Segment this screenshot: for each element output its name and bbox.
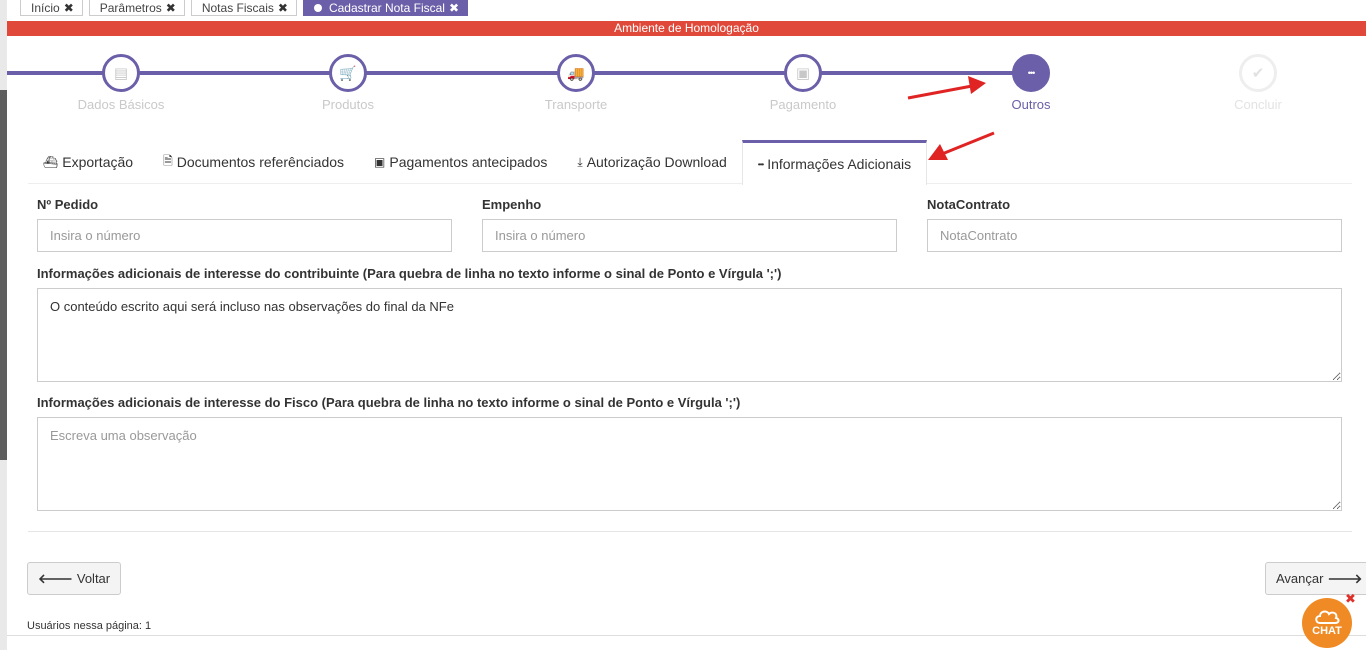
step-transporte[interactable]: 🚚 Transporte <box>516 54 636 112</box>
step-label: Pagamento <box>769 97 837 112</box>
step-dados-basicos[interactable]: ▤ Dados Básicos <box>61 54 181 112</box>
top-tab-label: Início <box>31 0 60 15</box>
empenho-input[interactable] <box>482 219 897 252</box>
top-tab-label: Cadastrar Nota Fiscal <box>328 0 445 15</box>
inner-tab-bar: ⛴ Exportação 🗎 Documentos referênciados … <box>28 140 1352 185</box>
back-button[interactable]: 🡐 Voltar <box>27 562 122 595</box>
close-icon[interactable]: ✖ <box>1345 591 1356 607</box>
money-icon: ▣ <box>784 54 822 92</box>
tab-informacoes-adicionais[interactable]: ••• Informações Adicionais <box>741 140 928 185</box>
download-icon: ⤓ <box>577 154 583 169</box>
top-tab-bar: Início ✖ Parâmetros ✖ Notas Fiscais ✖ Ca… <box>20 0 469 16</box>
environment-banner: Ambiente de Homologação <box>7 21 1366 36</box>
check-icon: ✔ <box>1239 54 1277 92</box>
step-concluir[interactable]: ✔ Concluir <box>1198 54 1318 112</box>
footer-divider <box>7 635 1366 636</box>
fisco-textarea[interactable] <box>37 417 1342 511</box>
left-edge-light-bottom <box>0 460 7 650</box>
top-tab-label: Parâmetros <box>99 0 162 15</box>
ellipsis-icon: ••• <box>1012 54 1050 92</box>
pedido-input[interactable] <box>37 219 452 252</box>
close-icon[interactable]: ✖ <box>166 1 176 15</box>
top-tab-inicio[interactable]: Início ✖ <box>20 0 83 16</box>
form-divider <box>28 531 1352 532</box>
active-dot-icon <box>313 3 322 12</box>
step-produtos[interactable]: 🛒 Produtos <box>288 54 408 112</box>
tab-autorizacao-download[interactable]: ⤓ Autorização Download <box>562 140 741 184</box>
tab-label: Autorização Download <box>586 154 727 170</box>
contrato-label: NotaContrato <box>927 197 1011 212</box>
tab-label: Exportação <box>62 154 134 170</box>
fisco-label: Informações adicionais de interesse do F… <box>37 395 741 410</box>
annotation-arrow-icon <box>907 76 986 100</box>
close-icon[interactable]: ✖ <box>449 1 459 15</box>
ship-icon: ⛴ <box>43 155 59 169</box>
tab-label: Pagamentos antecipados <box>389 154 548 170</box>
close-icon[interactable]: ✖ <box>278 1 288 15</box>
empenho-label: Empenho <box>482 197 542 212</box>
tab-exportacao[interactable]: ⛴ Exportação <box>28 140 148 184</box>
left-edge-light-top <box>0 0 7 90</box>
contribuinte-label: Informações adicionais de interesse do c… <box>37 266 782 281</box>
pedido-label: Nº Pedido <box>37 197 99 212</box>
step-pagamento[interactable]: ▣ Pagamento <box>743 54 863 112</box>
cloud-icon <box>1315 610 1340 624</box>
back-button-label: Voltar <box>76 571 111 586</box>
document-icon: 🗎 <box>163 153 173 168</box>
tab-label: Documentos referênciados <box>176 154 345 170</box>
top-tab-notas-fiscais[interactable]: Notas Fiscais ✖ <box>190 0 297 16</box>
contrato-input[interactable] <box>927 219 1342 252</box>
tab-documentos-referenciados[interactable]: 🗎 Documentos referênciados <box>148 140 359 184</box>
arrow-left-icon: 🡐 <box>38 570 73 586</box>
left-edge-strip <box>0 0 7 650</box>
tab-pagamentos-antecipados[interactable]: ▣ Pagamentos antecipados <box>359 140 562 184</box>
contribuinte-textarea[interactable]: O conteúdo escrito aqui será incluso nas… <box>37 288 1342 382</box>
chat-label: CHAT <box>1312 625 1342 637</box>
step-label: Transporte <box>544 97 608 112</box>
next-button-label: Avançar <box>1276 571 1324 586</box>
top-tab-label: Notas Fiscais <box>201 0 274 15</box>
tab-label: Informações Adicionais <box>767 156 912 172</box>
list-icon: ▤ <box>102 54 140 92</box>
cart-icon: 🛒 <box>329 54 367 92</box>
arrow-right-icon: 🡒 <box>1327 570 1363 586</box>
money-icon: ▣ <box>374 155 386 169</box>
close-icon[interactable]: ✖ <box>64 1 74 15</box>
truck-icon: 🚚 <box>557 54 595 92</box>
step-label: Dados Básicos <box>77 97 165 112</box>
step-label: Produtos <box>321 97 375 112</box>
step-label: Concluir <box>1234 97 1282 112</box>
top-tab-parametros[interactable]: Parâmetros ✖ <box>88 0 185 16</box>
top-tab-cadastrar-nota-fiscal[interactable]: Cadastrar Nota Fiscal ✖ <box>302 0 469 16</box>
users-on-page-text: Usuários nessa página: 1 <box>27 620 152 632</box>
ellipsis-icon: ••• <box>757 159 764 169</box>
